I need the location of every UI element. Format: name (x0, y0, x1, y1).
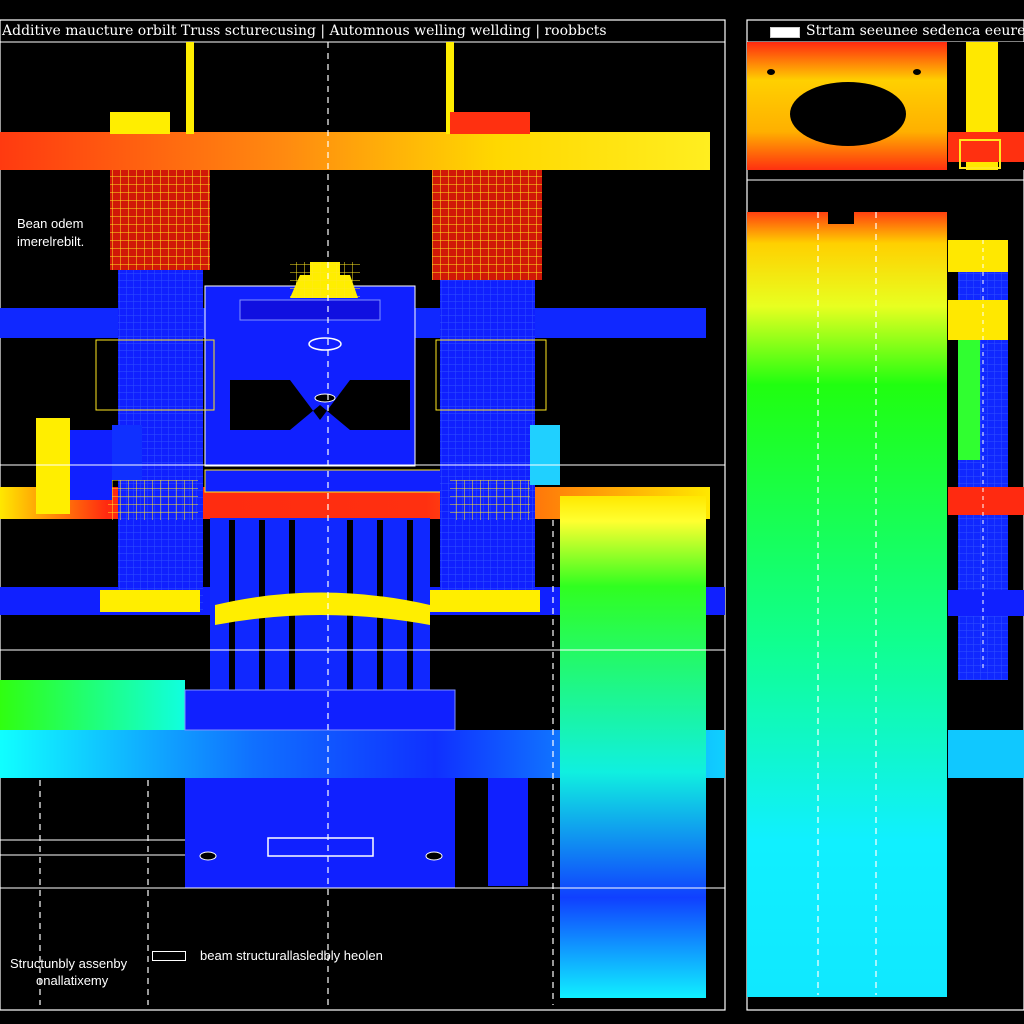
beam-callout-line-1: Bean odem (17, 216, 84, 231)
beam-callout-line-2: imerelrebilt. (17, 234, 85, 249)
legend-label: beam structurallasledbly heolen (200, 948, 383, 963)
footnote-line-2: onallatixemy (36, 973, 109, 988)
footnote-line-1: Structunbly assenby (10, 956, 128, 971)
side-panel-title-swatch (770, 27, 800, 38)
truss-schematic (0, 19, 1024, 1011)
side-panel-title: Strtam seeunee sedenca eeure (806, 23, 1024, 39)
main-panel-title: Additive maucture orbilt Truss scturecus… (2, 23, 607, 39)
legend-swatch (152, 951, 186, 961)
